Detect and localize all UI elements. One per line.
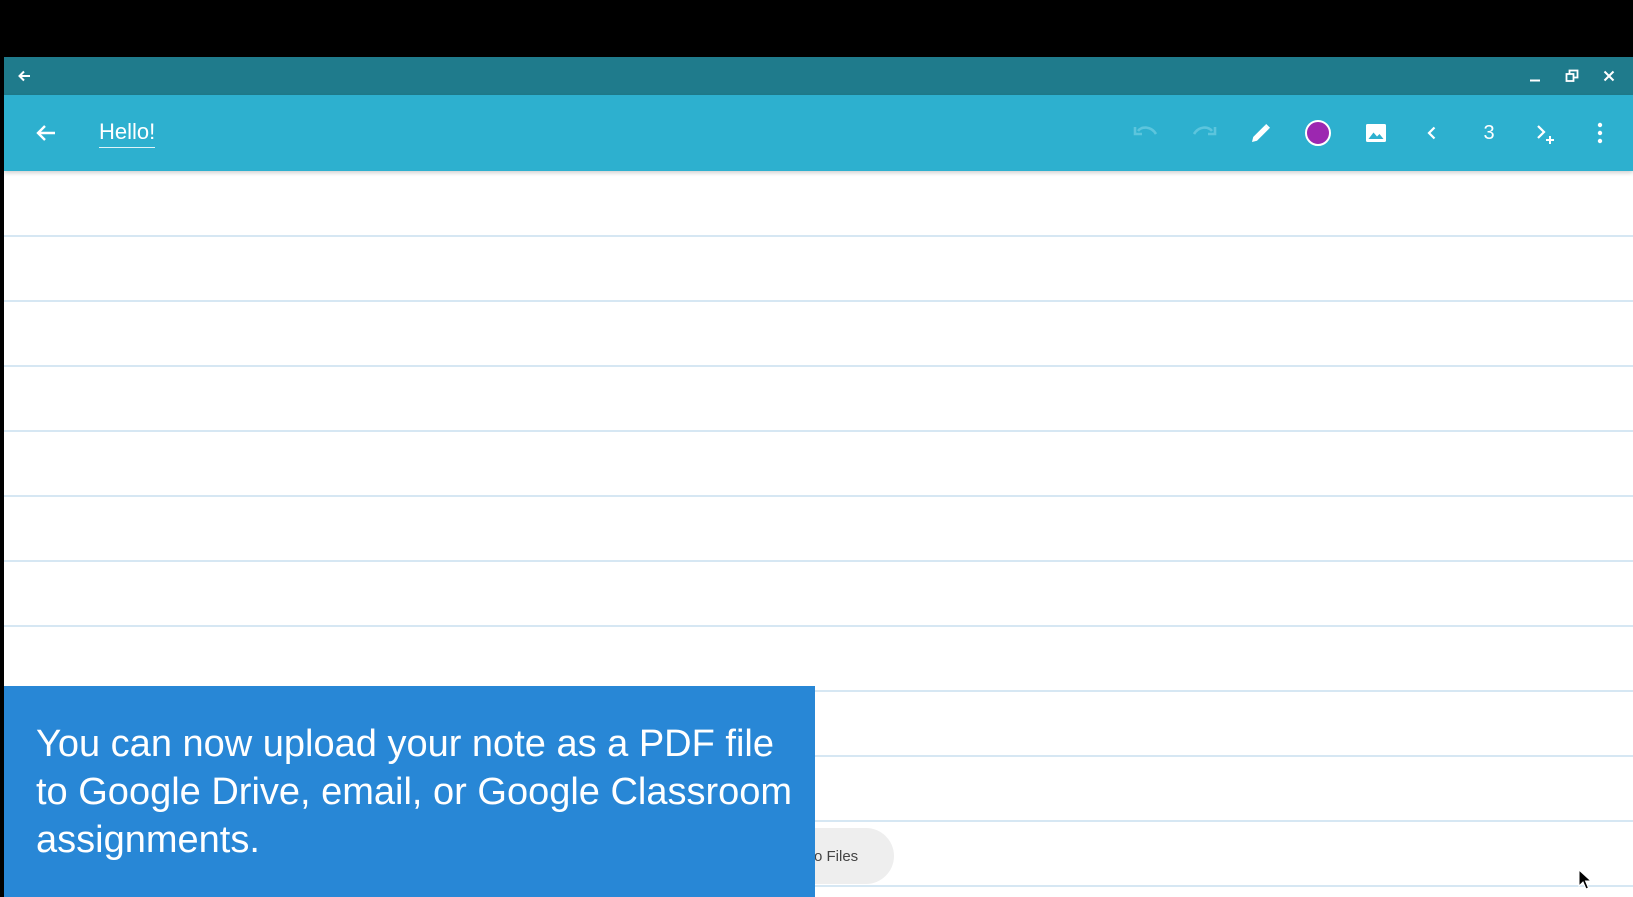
caption-overlay: You can now upload your note as a PDF fi… xyxy=(4,686,815,897)
redo-icon xyxy=(1192,126,1217,136)
window-minimize-button[interactable] xyxy=(1525,66,1545,86)
more-options-button[interactable] xyxy=(1584,117,1616,149)
window-back-button[interactable] xyxy=(14,66,34,86)
ruled-line xyxy=(4,300,1633,302)
undo-icon xyxy=(1133,126,1158,136)
arrow-back-icon xyxy=(18,70,30,82)
pen-tool-button[interactable] xyxy=(1245,117,1277,149)
chevron-left-icon xyxy=(1427,126,1436,140)
ruled-line xyxy=(4,235,1633,237)
window-title-bar xyxy=(4,57,1633,95)
color-swatch xyxy=(1305,120,1331,146)
ruled-line xyxy=(4,625,1633,627)
arrow-back-icon xyxy=(36,125,55,141)
window-restore-button[interactable] xyxy=(1562,66,1582,86)
chip-label: o Files xyxy=(814,847,859,865)
ruled-line xyxy=(4,430,1633,432)
minimize-icon xyxy=(1530,79,1540,82)
color-picker-button[interactable] xyxy=(1302,117,1334,149)
restore-icon xyxy=(1565,69,1579,82)
note-title[interactable]: Hello! xyxy=(99,119,156,148)
insert-image-button[interactable] xyxy=(1360,117,1392,149)
more-vert-icon xyxy=(1597,122,1603,144)
page-number: 3 xyxy=(1483,122,1495,144)
caption-text: You can now upload your note as a PDF fi… xyxy=(36,723,793,861)
next-add-page-icon xyxy=(1537,125,1554,144)
close-icon xyxy=(1603,70,1615,82)
redo-button[interactable] xyxy=(1188,117,1220,149)
ruled-line xyxy=(4,495,1633,497)
pen-icon xyxy=(1252,124,1270,142)
screen: Hello! 3 o Files You can now upload your… xyxy=(0,0,1633,897)
undo-button[interactable] xyxy=(1130,117,1162,149)
window-close-button[interactable] xyxy=(1599,66,1619,86)
previous-page-button[interactable] xyxy=(1416,117,1448,149)
ruled-line xyxy=(4,560,1633,562)
mouse-cursor-icon xyxy=(1578,869,1593,890)
top-bezel xyxy=(0,0,1633,57)
back-button[interactable] xyxy=(30,117,62,149)
ruled-line xyxy=(4,365,1633,367)
image-icon xyxy=(1366,124,1386,142)
next-add-page-button[interactable] xyxy=(1529,117,1561,149)
app-toolbar: Hello! 3 xyxy=(4,95,1633,171)
